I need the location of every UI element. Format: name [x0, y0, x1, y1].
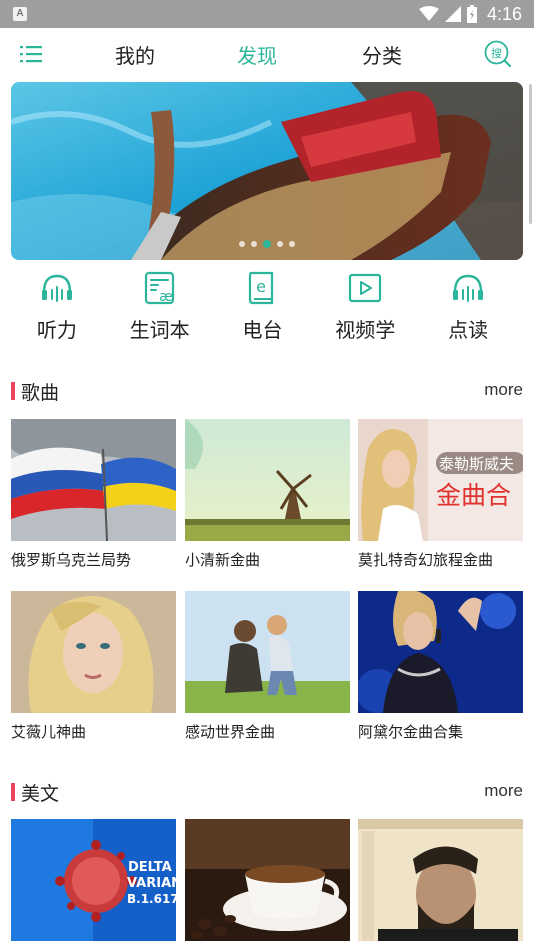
radio-book-icon: e [249, 271, 274, 305]
status-icons: 4:16 [418, 0, 522, 28]
section-header-articles: 美文 more [11, 779, 523, 805]
section-title: 歌曲 [21, 382, 60, 404]
quick-link-read-along[interactable]: 点读 [411, 270, 514, 350]
card-thumbnail [11, 591, 176, 713]
svg-text:e: e [257, 277, 267, 296]
quick-link-listening[interactable]: 听力 [0, 270, 103, 350]
thumb-text: B.1.617.2 [127, 892, 176, 906]
card-title: 阿黛尔金曲合集 [358, 723, 464, 741]
carousel-dot[interactable] [251, 241, 257, 247]
song-card[interactable]: 艾薇儿神曲 [11, 591, 176, 742]
section-accent-bar [11, 783, 15, 801]
search-icon-label: 搜 [491, 46, 502, 60]
section-header-songs: 歌曲 more [11, 378, 523, 404]
quick-link-label: 电台 [242, 318, 283, 342]
song-card[interactable]: 泰勒斯威夫 金曲合 莫扎特奇幻旅程金曲 [358, 419, 523, 570]
carousel-dot-active[interactable] [263, 240, 271, 248]
card-title: 莫扎特奇幻旅程金曲 [358, 551, 494, 569]
carousel-dot[interactable] [239, 241, 245, 247]
card-thumbnail [185, 819, 350, 941]
video-play-icon [349, 273, 382, 303]
card-thumbnail [358, 591, 523, 713]
quick-link-label: 视频学 [335, 318, 396, 342]
more-link[interactable]: more [484, 781, 523, 801]
carousel-dot[interactable] [277, 241, 283, 247]
banner-image [11, 82, 523, 260]
menu-icon[interactable] [20, 45, 42, 63]
article-card[interactable] [358, 819, 523, 941]
song-card[interactable]: 感动世界金曲 [185, 591, 350, 742]
card-title: 艾薇儿神曲 [11, 723, 87, 741]
card-thumbnail [185, 419, 350, 541]
quick-link-video[interactable]: 视频学 [308, 270, 411, 350]
song-card[interactable]: 俄罗斯乌克兰局势 [11, 419, 176, 570]
thumb-text: 金曲合 [436, 481, 511, 510]
status-bar: A 4:16 [0, 0, 534, 28]
battery-icon [466, 5, 477, 23]
app-notification-icon: A [13, 7, 27, 21]
card-title: 小清新金曲 [185, 551, 261, 569]
article-card[interactable] [185, 819, 350, 941]
quick-link-label: 点读 [448, 318, 489, 342]
more-link[interactable]: more [484, 380, 523, 400]
article-card[interactable]: DELTA VARIANT B.1.617.2 [11, 819, 176, 941]
tab-mine[interactable]: 我的 [115, 40, 155, 69]
card-title: 感动世界金曲 [185, 723, 276, 741]
banner-carousel[interactable] [11, 82, 523, 260]
section-accent-bar [11, 382, 15, 400]
headphones-icon [453, 274, 484, 302]
wifi-icon [418, 6, 439, 21]
card-thumbnail [185, 591, 350, 713]
vocabulary-book-icon: æ [144, 271, 174, 305]
thumb-text: DELTA [128, 860, 172, 875]
signal-icon [444, 6, 461, 22]
song-card[interactable]: 阿黛尔金曲合集 [358, 591, 523, 742]
quick-link-radio[interactable]: e 电台 [206, 270, 309, 350]
svg-text:æ: æ [159, 289, 173, 305]
thumb-text: VARIANT [127, 876, 176, 891]
card-thumbnail [358, 819, 523, 941]
quick-link-vocabulary[interactable]: æ 生词本 [103, 270, 206, 350]
card-thumbnail: DELTA VARIANT B.1.617.2 [11, 819, 176, 941]
card-title: 俄罗斯乌克兰局势 [11, 551, 132, 569]
clock: 4:16 [486, 3, 522, 24]
carousel-dot[interactable] [289, 241, 295, 247]
search-icon[interactable]: 搜 [484, 40, 512, 68]
top-navigation: 我的 发现 分类 搜 [0, 28, 534, 80]
quick-links: 听力 æ 生词本 e 电台 视频学 点读 [0, 270, 534, 350]
quick-link-label: 听力 [36, 318, 77, 342]
card-thumbnail [11, 419, 176, 541]
section-title: 美文 [21, 783, 60, 805]
headphones-icon [41, 274, 72, 302]
carousel-indicator [11, 240, 523, 248]
tab-discover[interactable]: 发现 [237, 40, 277, 69]
quick-link-label: 生词本 [129, 318, 190, 342]
card-thumbnail: 泰勒斯威夫 金曲合 [358, 419, 523, 541]
scrollbar[interactable] [529, 84, 532, 224]
song-card[interactable]: 小清新金曲 [185, 419, 350, 570]
thumb-text: 泰勒斯威夫 [439, 455, 514, 473]
tab-categories[interactable]: 分类 [362, 40, 402, 69]
